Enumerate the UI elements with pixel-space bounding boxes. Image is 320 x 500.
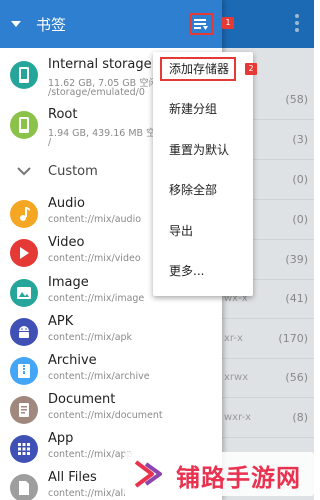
android-icon <box>10 318 38 346</box>
file-icon <box>10 474 38 500</box>
drawer-header: 书签 <box>0 0 222 48</box>
background-row[interactable]: xr-x (170) <box>222 320 314 359</box>
menu-item-more[interactable]: 更多... <box>153 251 253 291</box>
storage-title: Root <box>48 107 78 122</box>
item-title: All Files <box>48 470 97 485</box>
item-title: App <box>48 431 74 446</box>
item-uri: content://mix/archive <box>48 371 150 382</box>
item-title: APK <box>48 314 74 329</box>
item-title: Audio <box>48 196 85 211</box>
play-icon <box>10 239 38 267</box>
chevron-down-icon <box>17 167 31 176</box>
watermark: 铺路手游网 <box>124 452 314 496</box>
menu-item-remove-all[interactable]: 移除全部 <box>153 170 253 210</box>
bookmark-settings-button[interactable] <box>189 13 213 35</box>
step-badge: 2 <box>245 63 257 75</box>
watermark-text: 铺路手游网 <box>176 464 301 492</box>
menu-item-new-group[interactable]: 新建分组 <box>153 89 253 129</box>
watermark-logo-icon <box>134 460 162 488</box>
grid-icon <box>10 435 38 463</box>
item-title: Archive <box>48 353 97 368</box>
item-uri: content://mix/document <box>48 410 163 421</box>
background-row[interactable]: wxr-x (8) <box>222 399 314 438</box>
drawer-title: 书签 <box>36 16 67 34</box>
bookmark-item-document[interactable]: Document content://mix/document <box>0 389 222 429</box>
bookmark-item-archive[interactable]: Archive content://mix/archive <box>0 350 222 390</box>
bookmark-edit-icon <box>194 19 208 30</box>
section-label: Custom <box>48 164 98 179</box>
document-icon <box>10 396 38 424</box>
menu-item-add-storage[interactable]: 添加存储器 <box>153 49 253 89</box>
item-title: Document <box>48 392 116 407</box>
smartphone-icon <box>10 61 38 89</box>
bookmark-options-menu: 添加存储器 新建分组 重置为默认 移除全部 导出 更多... <box>153 52 253 296</box>
menu-item-reset-default[interactable]: 重置为默认 <box>153 130 253 170</box>
storage-path: /storage/emulated/0 <box>48 87 145 98</box>
more-options-icon[interactable] <box>294 14 300 34</box>
archive-icon <box>10 357 38 385</box>
item-title: Image <box>48 275 89 290</box>
smartphone-icon <box>10 111 38 139</box>
bookmark-item-apk[interactable]: APK content://mix/apk <box>0 311 222 351</box>
image-icon <box>10 279 38 307</box>
chevron-down-icon[interactable] <box>10 18 22 30</box>
item-uri: content://mix/apk <box>48 332 133 343</box>
storage-path: / <box>48 137 52 148</box>
storage-title: Internal storage <box>48 57 152 72</box>
item-title: Video <box>48 235 85 250</box>
background-row[interactable]: xrwx (56) <box>222 359 314 398</box>
menu-item-export[interactable]: 导出 <box>153 211 253 251</box>
music-note-icon <box>10 200 38 228</box>
step-badge: 1 <box>222 17 234 29</box>
